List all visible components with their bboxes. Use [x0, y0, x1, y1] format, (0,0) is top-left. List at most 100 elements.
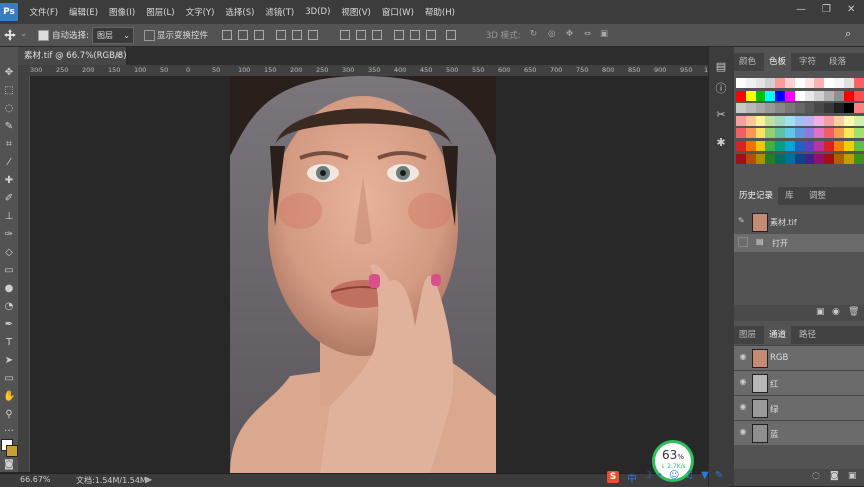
eraser-tool-icon[interactable]: ◇	[3, 247, 15, 259]
menu-select[interactable]: 选择(S)	[220, 6, 260, 18]
skin-icon[interactable]: ▼	[701, 470, 709, 481]
color-swatch[interactable]	[736, 103, 746, 114]
color-swatch[interactable]	[736, 90, 746, 101]
color-swatch[interactable]	[814, 141, 825, 151]
color-swatch[interactable]	[775, 141, 786, 151]
search-icon[interactable]: ⌕	[845, 27, 851, 41]
color-swatch[interactable]	[834, 153, 844, 164]
color-swatch[interactable]	[853, 153, 864, 164]
auto-align-icon[interactable]	[446, 30, 456, 40]
color-swatch[interactable]	[745, 103, 756, 114]
new-document-from-state-icon[interactable]: ▣	[816, 307, 825, 317]
color-swatch[interactable]	[755, 103, 766, 114]
auto-select-checkbox[interactable]	[38, 30, 49, 41]
color-swatch[interactable]	[775, 128, 786, 139]
color-swatch[interactable]	[834, 78, 844, 88]
color-swatch[interactable]	[745, 153, 756, 164]
type-tool-icon[interactable]: T	[3, 337, 15, 349]
distribute-vcenter-icon[interactable]	[356, 30, 366, 40]
3d-roll-icon[interactable]: ◎	[548, 29, 555, 39]
document-tab[interactable]: 素材.tif @ 66.7%(RGB/8) ×	[18, 47, 127, 65]
color-swatch[interactable]	[765, 78, 776, 88]
color-swatch[interactable]	[755, 115, 766, 126]
align-bottom-icon[interactable]	[254, 30, 264, 40]
tab-character[interactable]: 字符	[794, 53, 821, 71]
color-swatch[interactable]	[765, 128, 776, 139]
color-swatch[interactable]	[853, 103, 864, 114]
color-swatch[interactable]	[765, 153, 776, 164]
color-swatch[interactable]	[785, 153, 795, 164]
color-swatch[interactable]	[755, 153, 766, 164]
color-swatch[interactable]	[843, 90, 854, 101]
restore-button[interactable]: ❐	[822, 4, 831, 15]
save-selection-icon[interactable]: ◙	[830, 471, 839, 481]
color-swatch[interactable]	[843, 153, 854, 164]
color-swatch[interactable]	[814, 153, 825, 164]
color-swatch[interactable]	[775, 90, 786, 101]
menu-edit[interactable]: 编辑(E)	[64, 6, 104, 18]
color-swatch[interactable]	[765, 115, 776, 126]
crop-tool-icon[interactable]: ⌗	[3, 139, 15, 151]
color-swatch[interactable]	[834, 128, 844, 139]
color-swatch[interactable]	[814, 78, 825, 88]
color-swatch[interactable]	[853, 141, 864, 151]
color-swatch[interactable]	[824, 115, 835, 126]
color-swatch[interactable]	[736, 78, 746, 88]
color-swatch[interactable]	[804, 103, 815, 114]
color-swatch[interactable]	[824, 90, 835, 101]
menu-view[interactable]: 视图(V)	[336, 6, 376, 18]
color-swatch[interactable]	[736, 153, 746, 164]
channel-row-red[interactable]: ◉ 红	[734, 370, 864, 395]
minimize-button[interactable]: —	[796, 4, 806, 15]
tab-channels[interactable]: 通道	[764, 326, 792, 344]
color-swatch[interactable]	[814, 128, 825, 139]
color-swatch[interactable]	[843, 103, 854, 114]
rectangle-tool-icon[interactable]: ▭	[3, 373, 15, 385]
new-snapshot-icon[interactable]: ◉	[832, 307, 840, 317]
color-swatch[interactable]	[794, 78, 805, 88]
color-swatch[interactable]	[824, 153, 835, 164]
status-menu-arrow-icon[interactable]: ▶	[146, 475, 152, 484]
color-swatch[interactable]	[794, 128, 805, 139]
menu-image[interactable]: 图像(I)	[104, 6, 141, 18]
history-snapshot[interactable]: ✎ 素材.tif	[734, 210, 864, 234]
sogou-logo[interactable]: S	[607, 471, 619, 483]
color-swatch[interactable]	[785, 115, 795, 126]
tab-layers[interactable]: 图层	[734, 326, 761, 344]
ime-language[interactable]: 中	[627, 470, 637, 485]
menu-filter[interactable]: 滤镜(T)	[260, 6, 300, 18]
3d-slide-icon[interactable]: ⇔	[584, 29, 591, 39]
color-swatch[interactable]	[775, 115, 786, 126]
color-swatch[interactable]	[755, 141, 766, 151]
color-swatch[interactable]	[785, 90, 795, 101]
menu-window[interactable]: 窗口(W)	[376, 6, 419, 18]
close-button[interactable]: ✕	[847, 4, 855, 15]
color-swatch[interactable]	[794, 141, 805, 151]
history-brush-tool-icon[interactable]: ✑	[3, 229, 15, 241]
color-swatch[interactable]	[804, 153, 815, 164]
move-tool-icon[interactable]	[4, 29, 16, 41]
3d-scale-icon[interactable]: ▣	[600, 29, 608, 39]
vertical-ruler[interactable]	[18, 76, 30, 472]
edit-toolbar-icon[interactable]: …	[3, 423, 15, 435]
zoom-level[interactable]: 66.67%	[20, 475, 51, 484]
color-swatch[interactable]	[785, 141, 795, 151]
tab-close-icon[interactable]: ×	[115, 47, 122, 65]
color-swatch[interactable]	[794, 90, 805, 101]
marquee-tool-icon[interactable]: ⬚	[3, 85, 15, 97]
color-swatch[interactable]	[785, 128, 795, 139]
history-source-box[interactable]	[738, 237, 748, 247]
history-brush-source-icon[interactable]: ✎	[738, 216, 745, 225]
voice-icon[interactable]: ♫	[685, 470, 694, 481]
color-swatch[interactable]	[853, 90, 864, 101]
color-swatch[interactable]	[843, 78, 854, 88]
history-panel-icon[interactable]: ▤	[715, 61, 727, 73]
color-swatch[interactable]	[745, 115, 756, 126]
align-left-icon[interactable]	[276, 30, 286, 40]
color-swatch[interactable]	[765, 90, 776, 101]
align-top-icon[interactable]	[222, 30, 232, 40]
color-swatch[interactable]	[814, 103, 825, 114]
new-channel-icon[interactable]: ▣	[848, 471, 857, 481]
color-swatch[interactable]	[765, 103, 776, 114]
color-swatch[interactable]	[765, 141, 776, 151]
